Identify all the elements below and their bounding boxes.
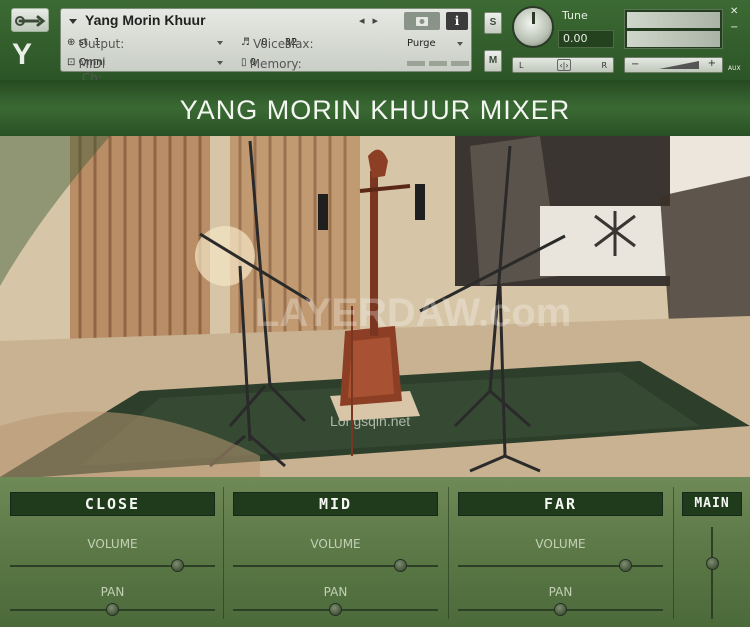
instrument-volume-slider[interactable]: − + (624, 57, 723, 73)
library-logo: Y (12, 38, 33, 71)
main-volume-track[interactable] (711, 527, 713, 619)
kontakt-header: Y Yang Morin Khuur ◂▸ i ⊕ Output: st. 1 … (0, 0, 750, 85)
output-icon: ⊕ (67, 37, 76, 48)
mid-volume-track[interactable] (233, 565, 438, 567)
mixer-panel: CLOSE VOLUME PAN MID VOLUME PAN FAR VOLU… (0, 477, 750, 627)
channel-far-header[interactable]: FAR (458, 492, 663, 516)
camera-icon[interactable] (404, 12, 440, 30)
volume-minus-label: − (631, 59, 640, 70)
instrument-pan-slider[interactable]: L ‹|› R (512, 57, 614, 73)
far-pan-label: PAN (548, 585, 573, 599)
volume-ramp-icon (659, 61, 699, 69)
level-meter-right (627, 31, 720, 47)
studio-illustration: Longsqin.net LAYERDAW.com (0, 136, 750, 477)
watermark-text: LAYERDAW.com (255, 291, 571, 335)
far-volume-thumb[interactable] (619, 559, 633, 572)
instrument-name[interactable]: Yang Morin Khuur (69, 12, 206, 28)
collapse-triangle-icon[interactable] (69, 18, 77, 24)
cpu-meter (407, 61, 425, 66)
tune-label: Tune (562, 9, 588, 22)
memory-row: ▯ Memory: 0 (241, 57, 302, 71)
close-pan-label: PAN (100, 585, 125, 599)
channel-mid-header[interactable]: MID (233, 492, 438, 516)
aux-label[interactable]: AUX (728, 65, 741, 72)
voices-row: ♬ Voices: 0 Max: 32 (241, 37, 314, 51)
disk-meter (429, 61, 447, 66)
purge-button[interactable]: Purge (407, 38, 436, 49)
close-volume-label: VOLUME (87, 537, 138, 551)
close-instrument-icon[interactable]: ✕ (730, 6, 738, 17)
output-level-meter (624, 9, 723, 49)
channel-mid: MID VOLUME PAN (224, 477, 448, 627)
far-volume-label: VOLUME (535, 537, 586, 551)
channel-main: MAIN (674, 477, 750, 627)
studio-scene-image: Longsqin.net LAYERDAW.com (0, 136, 750, 477)
far-pan-thumb[interactable] (553, 603, 567, 616)
mid-pan-label: PAN (323, 585, 348, 599)
mixer-title: YANG MORIN KHUUR MIXER (179, 95, 571, 125)
tune-knob[interactable] (512, 6, 554, 48)
midi-dropdown-icon[interactable] (217, 61, 223, 65)
close-volume-thumb[interactable] (171, 559, 185, 572)
purge-dropdown-icon[interactable] (457, 42, 463, 46)
mid-pan-thumb[interactable] (328, 603, 342, 616)
midi-icon: ⊡ (67, 57, 76, 68)
pan-left-label: L (519, 61, 524, 70)
volume-plus-label: + (707, 58, 716, 69)
memory-icon: ▯ (241, 57, 247, 68)
close-volume-track[interactable] (10, 565, 215, 567)
midi-row[interactable]: ⊡ MIDI Ch: Omni (67, 57, 105, 85)
prev-next-arrows-icon[interactable]: ◂▸ (359, 14, 386, 27)
channel-close: CLOSE VOLUME PAN (0, 477, 223, 627)
mute-button[interactable]: M (484, 50, 502, 72)
output-row[interactable]: ⊕ Output: st. 1 (67, 37, 124, 51)
tune-value[interactable]: 0.00 (558, 30, 614, 48)
max-label: Max: (284, 37, 314, 51)
mid-volume-label: VOLUME (310, 537, 361, 551)
info-icon[interactable]: i (446, 12, 468, 30)
solo-button[interactable]: S (484, 12, 502, 34)
dfd-meter (451, 61, 469, 66)
close-pan-thumb[interactable] (105, 603, 119, 616)
level-meter-left (627, 12, 720, 28)
far-volume-track[interactable] (458, 565, 663, 567)
channel-main-header[interactable]: MAIN (682, 492, 742, 516)
channel-far: FAR VOLUME PAN (449, 477, 673, 627)
voices-icon: ♬ (241, 37, 250, 48)
main-volume-thumb[interactable] (706, 556, 719, 570)
minimize-instrument-icon[interactable]: − (730, 22, 738, 33)
instrument-info-box: Yang Morin Khuur ◂▸ i ⊕ Output: st. 1 ♬ … (60, 8, 472, 85)
pan-right-label: R (601, 61, 607, 70)
channel-close-header[interactable]: CLOSE (10, 492, 215, 516)
wrench-icon[interactable] (11, 8, 49, 32)
memory-label: Memory: (249, 57, 302, 71)
output-label: Output: (78, 37, 125, 51)
mid-volume-thumb[interactable] (394, 559, 408, 572)
output-dropdown-icon[interactable] (217, 41, 223, 45)
pan-center-icon[interactable]: ‹|› (557, 59, 571, 71)
